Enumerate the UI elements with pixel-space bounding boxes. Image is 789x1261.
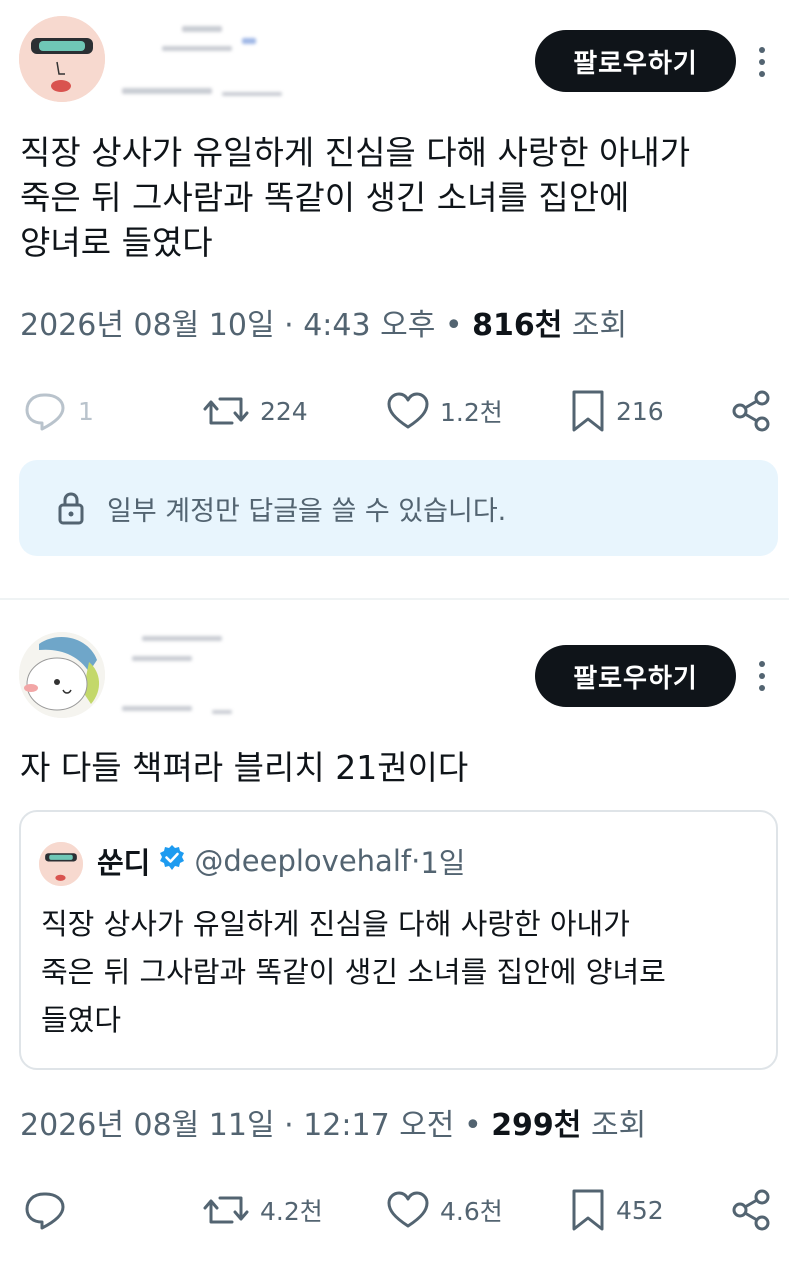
- tweet-meta: 2026년 08월 10일 · 4:43 오후 • 816천 조회: [20, 308, 628, 343]
- like-button[interactable]: 4.6천: [386, 1185, 503, 1235]
- more-icon[interactable]: [750, 42, 774, 82]
- like-button[interactable]: 1.2천: [386, 386, 503, 436]
- author-avatar[interactable]: [19, 632, 105, 718]
- views-count: 299천: [491, 1108, 582, 1143]
- tweet-text: 직장 상사가 유일하게 진심을 다해 사랑한 아내가 죽은 뒤 그사람과 똑같이…: [20, 130, 780, 265]
- quoted-text-line: 직장 상사가 유일하게 진심을 다해 사랑한 아내가: [41, 907, 630, 941]
- reply-button[interactable]: [24, 1185, 68, 1235]
- tweet-meta: 2026년 08월 11일 · 12:17 오전 • 299천 조회: [20, 1108, 647, 1143]
- tweet-text-line: 직장 상사가 유일하게 진심을 다해 사랑한 아내가: [20, 133, 691, 172]
- like-count: 4.6천: [440, 1197, 503, 1226]
- views-label: 조회: [590, 1108, 647, 1143]
- bookmark-button[interactable]: 452: [570, 1185, 664, 1235]
- like-icon: [387, 1191, 429, 1228]
- tweet-date[interactable]: 2026년 08월 10일: [20, 308, 275, 343]
- quoted-text-line: 죽은 뒤 그사람과 똑같이 생긴 소녀를 집안에 양녀로: [41, 955, 666, 989]
- tweet-text-line: 죽은 뒤 그사람과 똑같이 생긴 소녀를 집안에: [20, 178, 630, 217]
- reply-count: 1: [78, 396, 94, 426]
- retweet-count: 4.2천: [260, 1197, 323, 1226]
- author-name-blurred[interactable]: [122, 632, 382, 718]
- action-bar: 1 224 1.2천 216: [0, 386, 789, 436]
- bookmark-icon: [572, 1189, 604, 1231]
- retweet-icon: [203, 1196, 249, 1224]
- retweet-button[interactable]: 224: [202, 386, 308, 436]
- share-button[interactable]: [730, 1185, 774, 1235]
- like-icon: [387, 392, 429, 429]
- tweet-time[interactable]: 12:17 오전: [303, 1108, 454, 1143]
- retweet-button[interactable]: 4.2천: [202, 1185, 323, 1235]
- tweet-2: 팔로우하기 자 다들 책펴라 블리치 21권이다 쑨디 @deeplovehal…: [0, 600, 789, 1261]
- action-bar: 4.2천 4.6천 452: [0, 1185, 789, 1235]
- views-label: 조회: [571, 308, 628, 343]
- tweet-text: 자 다들 책펴라 블리치 21권이다: [20, 745, 780, 790]
- reply-restriction-notice: 일부 계정만 답글을 쓸 수 있습니다.: [19, 460, 778, 556]
- follow-button[interactable]: 팔로우하기: [535, 645, 736, 707]
- quoted-header: 쑨디 @deeplovehalf · 1일: [97, 840, 465, 882]
- quoted-text-line: 들였다: [41, 1003, 122, 1037]
- bookmark-count: 452: [616, 1195, 664, 1225]
- author-name-blurred[interactable]: [122, 16, 382, 102]
- bookmark-icon: [572, 390, 604, 432]
- share-icon: [732, 1189, 770, 1231]
- notice-text: 일부 계정만 답글을 쓸 수 있습니다.: [107, 495, 507, 527]
- reply-icon: [25, 393, 65, 431]
- quoted-author-avatar: [39, 842, 83, 886]
- author-avatar[interactable]: [19, 16, 105, 102]
- share-icon: [732, 390, 770, 432]
- retweet-icon: [203, 397, 249, 425]
- views-count: 816천: [472, 308, 563, 343]
- lock-icon: [58, 492, 84, 525]
- like-count: 1.2천: [440, 398, 503, 427]
- tweet-date[interactable]: 2026년 08월 11일: [20, 1108, 275, 1143]
- tweet-time[interactable]: 4:43 오후: [303, 308, 435, 343]
- share-button[interactable]: [730, 386, 774, 436]
- quoted-author-handle: @deeplovehalf: [194, 844, 412, 878]
- tweet-text-line: 양녀로 들였다: [20, 223, 213, 262]
- reply-button[interactable]: 1: [24, 386, 94, 436]
- more-icon[interactable]: [750, 656, 774, 696]
- bookmark-button[interactable]: 216: [570, 386, 664, 436]
- quoted-tweet[interactable]: 쑨디 @deeplovehalf · 1일 직장 상사가 유일하게 진심을 다해…: [19, 810, 778, 1070]
- quoted-text: 직장 상사가 유일하게 진심을 다해 사랑한 아내가 죽은 뒤 그사람과 똑같이…: [41, 900, 761, 1044]
- tweet-text-line: 자 다들 책펴라 블리치 21권이다: [20, 748, 469, 787]
- retweet-count: 224: [260, 396, 308, 426]
- quoted-age: 1일: [420, 846, 466, 880]
- reply-icon: [25, 1192, 65, 1230]
- quoted-author-name: 쑨디: [97, 846, 151, 880]
- bookmark-count: 216: [616, 396, 664, 426]
- follow-button[interactable]: 팔로우하기: [535, 30, 736, 92]
- verified-badge-icon: [158, 844, 186, 879]
- tweet-1: 팔로우하기 직장 상사가 유일하게 진심을 다해 사랑한 아내가 죽은 뒤 그사…: [0, 0, 789, 598]
